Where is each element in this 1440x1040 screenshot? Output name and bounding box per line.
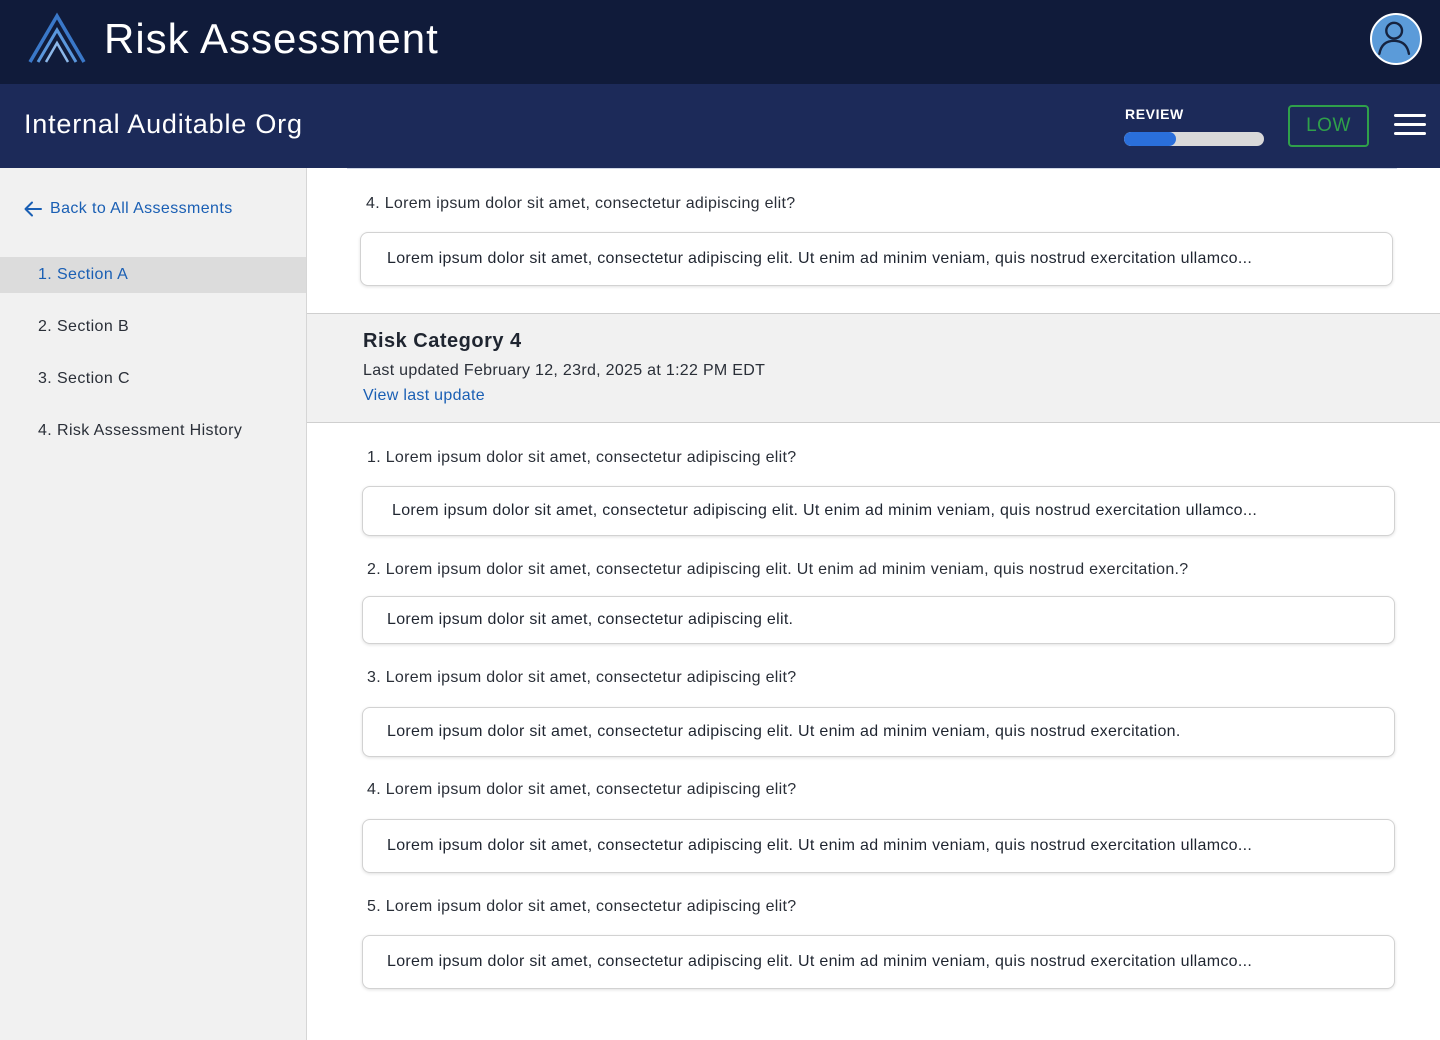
last-updated-text: Last updated February 12, 23rd, 2025 at … [363, 362, 766, 379]
review-progress-fill [1124, 132, 1176, 146]
assessment-header: Internal Auditable Org REVIEW LOW [0, 84, 1440, 168]
main-content: 4. Lorem ipsum dolor sit amet, consectet… [307, 168, 1440, 1040]
answer-field[interactable]: Lorem ipsum dolor sit amet, consectetur … [362, 707, 1395, 757]
sidebar-item-section-c[interactable]: 3. Section C [0, 361, 306, 397]
hamburger-menu-icon[interactable] [1394, 114, 1426, 140]
app-header: Risk Assessment [0, 0, 1440, 84]
answer-field[interactable]: Lorem ipsum dolor sit amet, consectetur … [362, 935, 1395, 989]
arrow-left-icon [24, 201, 42, 217]
category-title: Risk Category 4 [363, 330, 522, 352]
sidebar-item-section-a[interactable]: 1. Section A [0, 257, 306, 293]
answer-field[interactable]: Lorem ipsum dolor sit amet, consectetur … [362, 596, 1395, 644]
review-label: REVIEW [1125, 106, 1184, 122]
view-last-update-link[interactable]: View last update [363, 387, 485, 405]
risk-category-header: Risk Category 4 Last updated February 12… [307, 313, 1440, 423]
sidebar: Back to All Assessments 1. Section A 2. … [0, 168, 307, 1040]
scroll-divider [347, 168, 1397, 169]
app-title: Risk Assessment [104, 15, 439, 62]
question-label: 4. Lorem ipsum dolor sit amet, consectet… [366, 195, 796, 212]
question-label: 4. Lorem ipsum dolor sit amet, consectet… [367, 781, 797, 798]
question-label: 2. Lorem ipsum dolor sit amet, consectet… [367, 561, 1189, 578]
user-avatar-icon[interactable] [1370, 13, 1422, 65]
sidebar-item-history[interactable]: 4. Risk Assessment History [0, 413, 306, 449]
answer-field[interactable]: Lorem ipsum dolor sit amet, consectetur … [362, 486, 1395, 536]
chevron-peak-logo-icon [28, 12, 86, 63]
back-to-assessments-link[interactable]: Back to All Assessments [24, 200, 233, 218]
review-progress-bar [1124, 132, 1264, 146]
sidebar-item-section-b[interactable]: 2. Section B [0, 309, 306, 345]
question-label: 5. Lorem ipsum dolor sit amet, consectet… [367, 898, 797, 915]
question-label: 3. Lorem ipsum dolor sit amet, consectet… [367, 669, 797, 686]
org-name: Internal Auditable Org [24, 109, 303, 139]
answer-field[interactable]: Lorem ipsum dolor sit amet, consectetur … [362, 819, 1395, 873]
answer-field[interactable]: Lorem ipsum dolor sit amet, consectetur … [360, 232, 1393, 286]
question-label: 1. Lorem ipsum dolor sit amet, consectet… [367, 449, 797, 466]
back-link-label: Back to All Assessments [50, 200, 233, 217]
risk-level-badge: LOW [1288, 105, 1369, 147]
